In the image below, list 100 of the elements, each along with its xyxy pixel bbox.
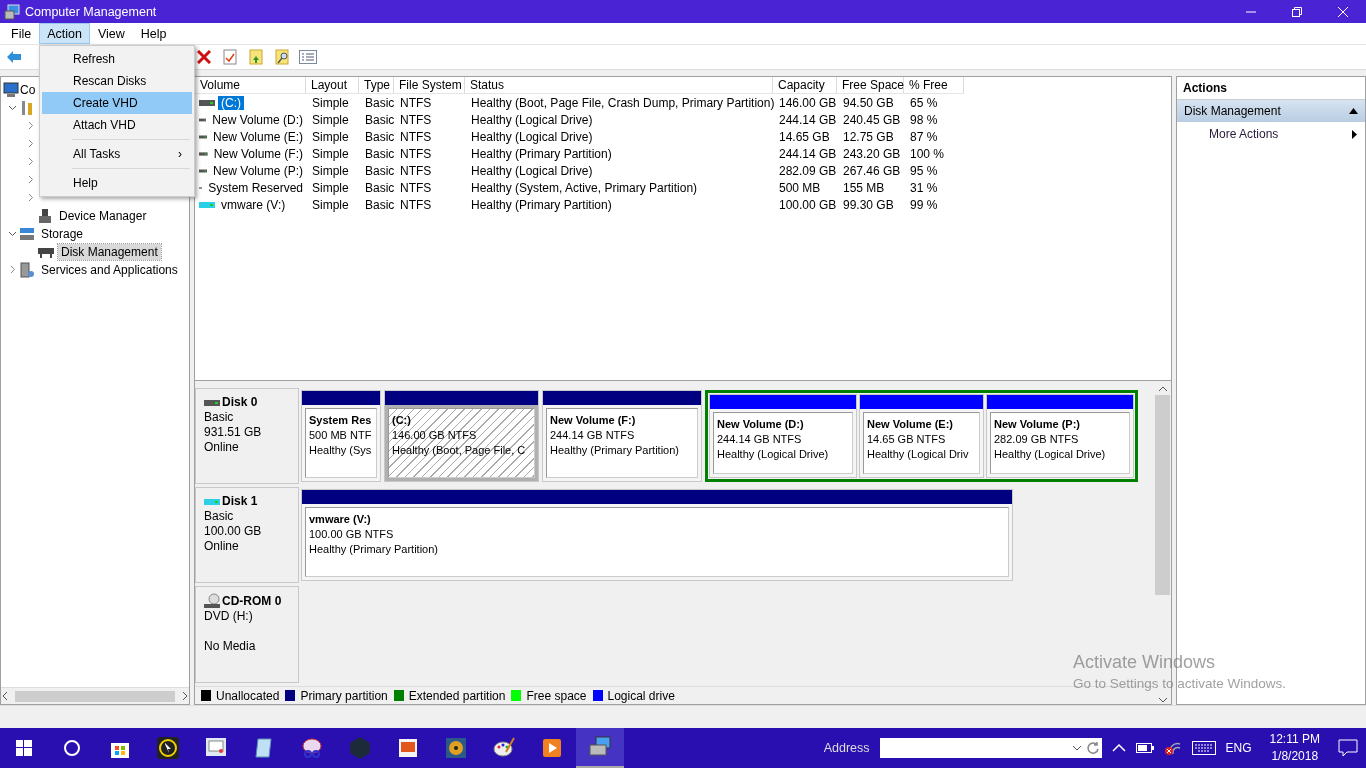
tree-item[interactable]: Services and Applications bbox=[38, 262, 181, 278]
app-icon bbox=[4, 3, 20, 20]
partition-status: Healthy (Logical Drive) bbox=[717, 447, 830, 462]
drive-icon bbox=[199, 98, 215, 107]
table-cell-text: NTFS bbox=[399, 129, 433, 144]
menu-item[interactable]: Help bbox=[132, 23, 175, 44]
partition-title: New Volume (F:) bbox=[550, 413, 637, 428]
delete-button[interactable] bbox=[194, 47, 214, 67]
disk-detail: Basic bbox=[204, 410, 234, 424]
table-cell-text: 146.00 GB bbox=[778, 95, 837, 110]
slides-icon bbox=[396, 736, 420, 760]
partition-size: 282.09 GB NTFS bbox=[994, 432, 1080, 447]
menu-item[interactable]: Create VHD bbox=[42, 92, 192, 114]
table-cell-text: 243.20 GB bbox=[842, 146, 902, 161]
list-view-button[interactable] bbox=[298, 47, 318, 67]
table-cell[interactable]: New Volume (P:) bbox=[209, 163, 306, 178]
tree-item[interactable]: Device Manager bbox=[56, 208, 150, 224]
partition-block[interactable]: System Res 500 MB NTF Healthy (Sys bbox=[301, 390, 381, 482]
collapse-triangle-icon bbox=[1349, 108, 1358, 114]
clock-time: 12:11 PM bbox=[1269, 731, 1320, 748]
table-cell-text: NTFS bbox=[399, 163, 433, 178]
partition-block[interactable]: New Volume (P:) 282.09 GB NTFS Healthy (Logical Drive) bbox=[986, 394, 1134, 478]
tree-item[interactable]: Co bbox=[19, 82, 37, 98]
scroll-down-icon bbox=[1158, 696, 1167, 704]
table-cell-text: Simple bbox=[311, 146, 350, 161]
table-cell-text: Basic bbox=[364, 197, 394, 212]
tree-item[interactable]: Disk Management bbox=[58, 244, 161, 260]
taskbar-button[interactable] bbox=[576, 728, 624, 768]
table-cell-text: 94.50 GB bbox=[842, 95, 895, 110]
menu-item[interactable]: Attach VHD bbox=[42, 114, 192, 136]
table-cell-text: NTFS bbox=[399, 112, 433, 127]
disk-detail: Online bbox=[204, 440, 239, 454]
device-icon bbox=[37, 208, 53, 224]
partition-block[interactable]: New Volume (D:) 244.14 GB NTFS Healthy (Logical Drive) bbox=[709, 394, 857, 478]
table-cell-text: Basic bbox=[364, 146, 394, 161]
address-field[interactable] bbox=[879, 738, 1102, 758]
scroll-right-icon bbox=[181, 692, 189, 700]
menu-item[interactable]: Action bbox=[39, 23, 90, 44]
legend-label: Extended partition bbox=[408, 688, 506, 703]
disk-info-panel[interactable]: Disk 1 Basic 100.00 GB Online bbox=[195, 487, 299, 583]
menu-item[interactable]: Help bbox=[42, 172, 192, 194]
table-cell-text: Healthy (Logical Drive) bbox=[470, 129, 594, 144]
partition-status: Healthy (Logical Drive) bbox=[994, 447, 1107, 462]
disk-detail: No Media bbox=[204, 639, 256, 653]
tree-item[interactable]: Storage bbox=[38, 226, 87, 242]
menu-item[interactable]: Rescan Disks bbox=[42, 70, 192, 92]
column-header[interactable]: Capacity bbox=[773, 77, 837, 94]
expand-triangle-icon bbox=[1352, 129, 1357, 139]
table-cell[interactable]: vmware (V:) bbox=[218, 197, 289, 212]
folder-search-button[interactable] bbox=[272, 47, 292, 67]
table-cell-text: 99 % bbox=[909, 197, 939, 212]
column-header[interactable]: Type bbox=[359, 77, 394, 94]
table-cell[interactable]: New Volume (F:) bbox=[210, 146, 306, 161]
table-cell-text: 267.46 GB bbox=[842, 163, 902, 178]
folder-up-button[interactable] bbox=[246, 47, 266, 67]
disk-info-panel[interactable]: Disk 0 Basic 931.51 GB Online bbox=[195, 388, 299, 484]
wifi-disconnected-icon bbox=[1163, 740, 1182, 756]
properties-button[interactable] bbox=[220, 47, 240, 67]
partition-block[interactable]: (C:) 146.00 GB NTFS Healthy (Boot, Page File, C bbox=[384, 390, 539, 482]
table-cell[interactable]: System Reserved bbox=[205, 180, 306, 195]
column-header[interactable]: File System bbox=[394, 77, 465, 94]
partition-block[interactable]: New Volume (F:) 244.14 GB NTFS Healthy (Primary Partition) bbox=[542, 390, 702, 482]
clock-date: 1/8/2018 bbox=[1271, 748, 1319, 765]
menu-item[interactable]: View bbox=[89, 23, 133, 44]
scroll-up-icon bbox=[1158, 385, 1167, 393]
table-cell-text: 87 % bbox=[909, 129, 939, 144]
column-header[interactable]: Status bbox=[465, 77, 773, 94]
action-link[interactable]: More Actions bbox=[1177, 122, 1365, 146]
menu-item[interactable]: File bbox=[3, 23, 40, 44]
table-cell[interactable]: New Volume (E:) bbox=[209, 129, 306, 144]
column-header[interactable]: Free Space bbox=[837, 77, 904, 94]
table-cell-text: 244.14 GB bbox=[778, 112, 837, 127]
partition-size: 244.14 GB NTFS bbox=[717, 432, 803, 447]
delete-x-icon bbox=[197, 50, 211, 64]
table-cell-text: Basic bbox=[364, 112, 394, 127]
notification-icon bbox=[1338, 738, 1358, 758]
horizontal-scrollbar[interactable] bbox=[1, 687, 189, 704]
scroll-left-icon bbox=[1, 692, 9, 700]
disk-detail: 931.51 GB bbox=[204, 425, 262, 439]
computer-management-icon bbox=[588, 735, 612, 759]
table-cell[interactable]: (C:) bbox=[218, 95, 244, 110]
table-cell-text: 65 % bbox=[909, 95, 939, 110]
partition-block[interactable]: vmware (V:) 100.00 GB NTFS Healthy (Primary Partition) bbox=[301, 489, 1013, 581]
partition-title: System Res bbox=[309, 413, 373, 428]
back-arrow-icon bbox=[6, 50, 22, 64]
partition-title: New Volume (E:) bbox=[867, 417, 954, 432]
language-indicator[interactable]: ENG bbox=[1225, 741, 1252, 755]
column-header[interactable]: Layout bbox=[306, 77, 359, 94]
disk-info-panel[interactable]: CD-ROM 0 DVD (H:) No Media bbox=[195, 586, 299, 684]
actions-section[interactable]: Disk Management bbox=[1177, 100, 1365, 122]
menu-item[interactable]: All Tasks › bbox=[42, 143, 192, 165]
drive-icon bbox=[204, 398, 220, 407]
disk-detail: Basic bbox=[204, 509, 234, 523]
partition-block[interactable]: New Volume (E:) 14.65 GB NTFS Healthy (Logical Driv bbox=[859, 394, 984, 478]
column-header[interactable]: % Free bbox=[904, 77, 964, 94]
table-cell-text: 95 % bbox=[909, 163, 939, 178]
menu-item[interactable]: Refresh bbox=[42, 48, 192, 70]
partition-title: New Volume (D:) bbox=[717, 417, 805, 432]
table-cell[interactable]: New Volume (D:) bbox=[209, 112, 306, 127]
partition-status: Healthy (Logical Driv bbox=[867, 447, 970, 462]
